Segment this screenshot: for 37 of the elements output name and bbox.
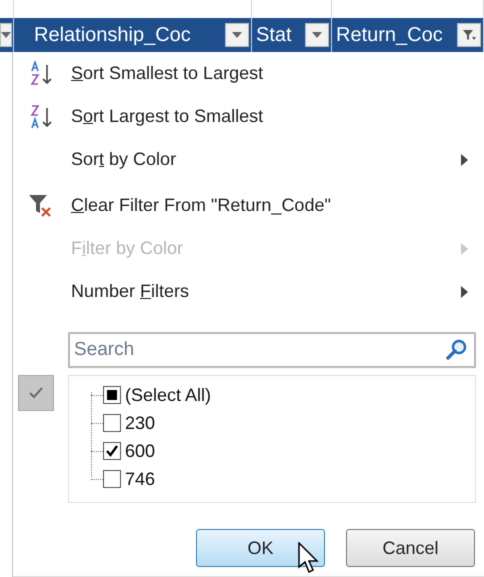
checkmark-icon bbox=[18, 375, 54, 411]
search-field[interactable]: Search bbox=[68, 332, 476, 368]
filter-icon bbox=[462, 28, 476, 42]
list-item[interactable]: (Select All) bbox=[91, 381, 475, 409]
column-header: Relationship_Coc bbox=[34, 24, 192, 46]
dialog-button[interactable]: OK bbox=[196, 529, 325, 567]
filter-dropdown-button[interactable] bbox=[225, 23, 249, 47]
menu-item[interactable]: Sort Smallest to Largest bbox=[13, 52, 484, 95]
menu-item[interactable]: Number Filters bbox=[13, 270, 484, 313]
dialog-button[interactable]: Cancel bbox=[346, 529, 475, 567]
menu-item-label: Sort Largest to Smallest bbox=[71, 106, 264, 127]
menu-item[interactable]: Clear Filter From "Return_Code" bbox=[13, 184, 484, 227]
menu-item-label: Number Filters bbox=[71, 281, 190, 302]
caret-icon bbox=[232, 32, 242, 38]
caret-icon bbox=[312, 32, 322, 38]
list-item[interactable]: 600 bbox=[91, 437, 475, 465]
filter-dropdown-button[interactable] bbox=[305, 23, 329, 47]
filter-dropdown-button[interactable] bbox=[457, 23, 481, 47]
menu-item[interactable]: Sort Largest to Smallest bbox=[13, 95, 484, 138]
column-header: Stat bbox=[256, 24, 293, 46]
menu-item-label: Sort Smallest to Largest bbox=[71, 63, 264, 84]
menu-item-label: Filter by Color bbox=[71, 238, 184, 259]
sort-ascending-icon bbox=[30, 60, 54, 86]
column-header: Return_Coc bbox=[336, 24, 444, 46]
search-icon bbox=[446, 339, 468, 361]
list-item[interactable]: 230 bbox=[91, 409, 475, 437]
filter-dropdown-button[interactable] bbox=[0, 23, 12, 47]
caret-icon bbox=[1, 32, 11, 38]
checkbox[interactable] bbox=[103, 470, 121, 488]
checkbox[interactable] bbox=[103, 386, 121, 404]
list-item[interactable]: 746 bbox=[91, 465, 475, 493]
sort-descending-icon bbox=[30, 104, 54, 130]
menu-item[interactable]: Sort by Color bbox=[13, 138, 484, 181]
checkbox[interactable] bbox=[103, 442, 121, 460]
menu-item-label: Sort by Color bbox=[71, 149, 178, 170]
checkbox[interactable] bbox=[103, 414, 121, 432]
menu-item-label: Clear Filter From "Return_Code" bbox=[71, 195, 332, 216]
